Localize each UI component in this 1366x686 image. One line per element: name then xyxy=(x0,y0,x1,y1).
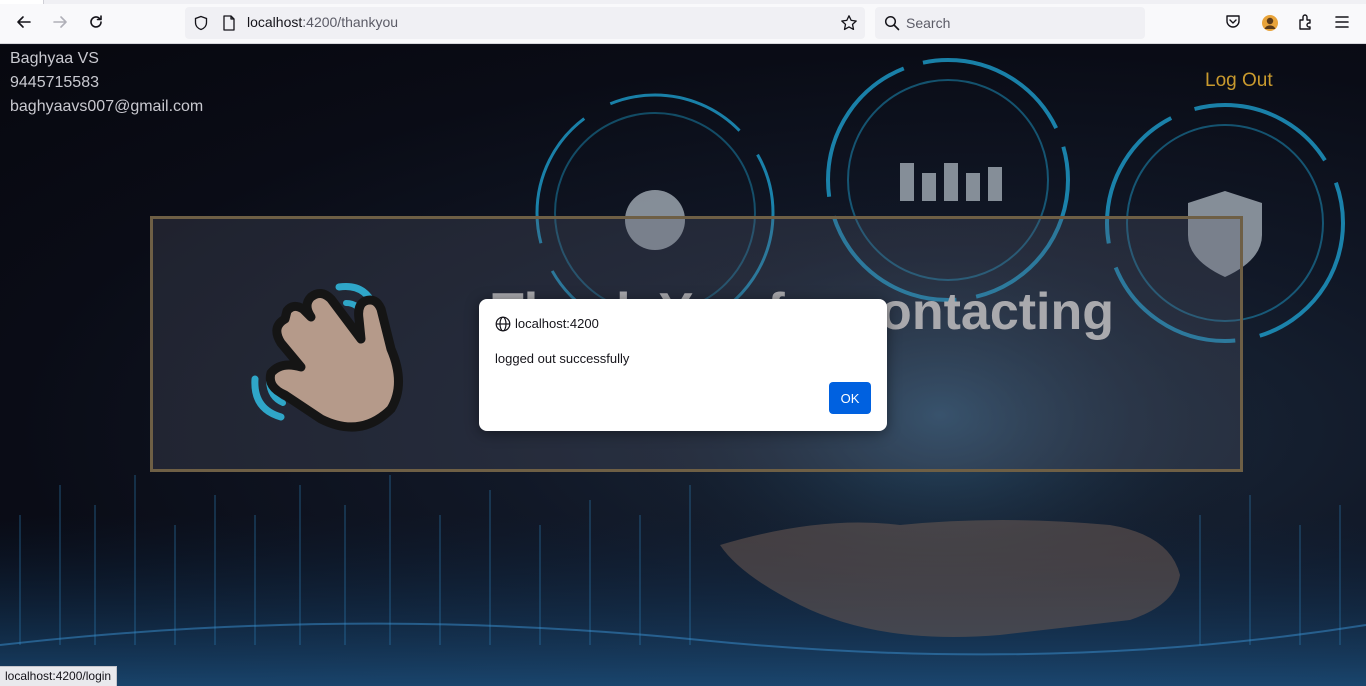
browser-toolbar: localhost:4200/thankyou Search xyxy=(0,0,1366,44)
url-path: :4200/thankyou xyxy=(302,14,399,30)
dialog-origin: localhost:4200 xyxy=(515,316,599,331)
page-icon[interactable] xyxy=(221,15,237,31)
menu-hamburger-icon[interactable] xyxy=(1333,13,1351,31)
alert-dialog: localhost:4200 logged out successfully O… xyxy=(479,299,887,431)
user-info: Baghyaa VS 9445715583 baghyaavs007@gmail… xyxy=(10,47,203,119)
ok-button[interactable]: OK xyxy=(829,382,871,414)
user-phone: 9445715583 xyxy=(10,74,99,91)
shield-icon[interactable] xyxy=(193,15,209,31)
search-icon xyxy=(884,15,900,31)
pocket-icon[interactable] xyxy=(1224,13,1242,31)
waving-hand-icon xyxy=(251,282,403,432)
reload-icon xyxy=(90,15,102,28)
bookmark-star-icon[interactable] xyxy=(840,14,858,32)
back-button[interactable] xyxy=(10,8,38,36)
back-arrow-icon xyxy=(17,16,31,28)
reload-button[interactable] xyxy=(82,8,110,36)
user-email: baghyaavs007@gmail.com xyxy=(10,98,204,115)
status-url-tooltip: localhost:4200/login xyxy=(0,666,118,686)
active-tab-edge[interactable] xyxy=(0,0,44,4)
dialog-message: logged out successfully xyxy=(495,351,630,366)
account-avatar-icon[interactable] xyxy=(1261,14,1279,32)
url-text[interactable]: localhost:4200/thankyou xyxy=(247,14,398,30)
forward-arrow-icon xyxy=(53,16,67,28)
url-host: localhost xyxy=(247,14,303,30)
url-bar[interactable]: localhost:4200/thankyou xyxy=(185,7,865,39)
search-bar[interactable]: Search xyxy=(875,7,1145,39)
user-name: Baghyaa VS xyxy=(10,50,99,67)
extensions-icon[interactable] xyxy=(1297,13,1315,31)
globe-icon xyxy=(495,316,511,332)
search-placeholder: Search xyxy=(906,15,951,31)
forward-button[interactable] xyxy=(46,8,74,36)
logout-link[interactable]: Log Out xyxy=(1205,70,1273,92)
tab-strip xyxy=(0,0,1366,4)
